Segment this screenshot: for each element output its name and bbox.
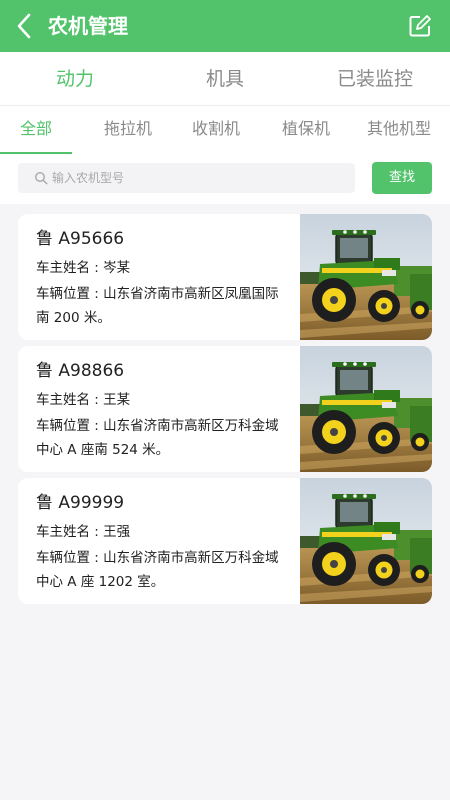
owner-name: 车主姓名 : 王某 <box>36 392 131 408</box>
vehicle-card[interactable]: 鲁 A98866 车主姓名 : 王某 车辆位置 : 山东省济南市高新区万科金域中… <box>18 346 432 472</box>
subtab-other[interactable]: 其他机型 <box>356 106 442 154</box>
vehicle-location: 车辆位置 : 山东省济南市高新区万科金域中心 A 座南 524 米。 <box>36 418 279 458</box>
tab-monitored[interactable]: 已装监控 <box>300 52 450 106</box>
top-bar: 农机管理 <box>0 0 450 52</box>
vehicle-location: 车辆位置 : 山东省济南市高新区凤凰国际南 200 米。 <box>36 286 279 326</box>
subtab-tractor[interactable]: 拖拉机 <box>88 106 168 154</box>
vehicle-card[interactable]: 鲁 A99999 车主姓名 : 王强 车辆位置 : 山东省济南市高新区万科金域中… <box>18 478 432 604</box>
search-input[interactable] <box>52 163 342 193</box>
owner-name: 车主姓名 : 王强 <box>36 524 131 540</box>
tractor-photo <box>300 214 432 340</box>
chevron-left-icon[interactable] <box>14 12 36 40</box>
plate-number: 鲁 A95666 <box>36 229 125 249</box>
vehicle-card[interactable]: 鲁 A95666 车主姓名 : 岑某 车辆位置 : 山东省济南市高新区凤凰国际南… <box>18 214 432 340</box>
plate-number: 鲁 A98866 <box>36 361 125 381</box>
search-button[interactable]: 查找 <box>372 162 432 194</box>
tractor-photo <box>300 478 432 604</box>
subtab-all[interactable]: 全部 <box>0 106 72 154</box>
owner-name: 车主姓名 : 岑某 <box>36 260 131 276</box>
vehicle-location: 车辆位置 : 山东省济南市高新区万科金域中心 A 座 1202 室。 <box>36 550 279 590</box>
tab-implements[interactable]: 机具 <box>150 52 300 106</box>
subtab-harvester[interactable]: 收割机 <box>176 106 256 154</box>
edit-icon[interactable] <box>408 14 432 38</box>
sub-tab-bar: 全部 拖拉机 收割机 植保机 其他机型 <box>0 106 450 154</box>
plate-number: 鲁 A99999 <box>36 493 125 513</box>
main-tab-bar: 动力 机具 已装监控 <box>0 52 450 106</box>
search-bar: 查找 <box>0 154 450 204</box>
page-title: 农机管理 <box>48 14 128 38</box>
search-icon <box>34 171 48 185</box>
search-box[interactable] <box>18 163 355 193</box>
tab-power[interactable]: 动力 <box>0 52 150 106</box>
subtab-sprayer[interactable]: 植保机 <box>266 106 346 154</box>
tractor-photo <box>300 346 432 472</box>
